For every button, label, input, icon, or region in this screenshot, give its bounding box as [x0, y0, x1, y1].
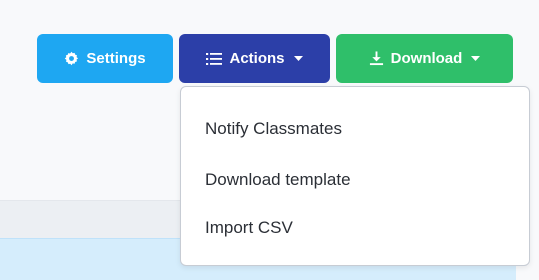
chevron-down-icon — [293, 55, 303, 62]
settings-button-label: Settings — [86, 50, 146, 67]
settings-button[interactable]: Settings — [37, 34, 173, 83]
actions-dropdown-menu: Notify Classmates Download template Impo… — [180, 86, 530, 266]
menu-item-import-csv[interactable]: Import CSV — [205, 218, 293, 238]
download-icon — [369, 51, 384, 66]
gear-icon — [64, 51, 79, 66]
page: Settings Actions Download Notify Classma… — [0, 0, 539, 280]
menu-item-notify-classmates[interactable]: Notify Classmates — [205, 119, 342, 139]
download-button[interactable]: Download — [336, 34, 513, 83]
actions-button-label: Actions — [229, 50, 285, 67]
list-icon — [206, 52, 223, 66]
actions-button[interactable]: Actions — [179, 34, 330, 83]
download-button-label: Download — [390, 50, 463, 67]
chevron-down-icon — [471, 55, 481, 62]
menu-item-download-template[interactable]: Download template — [205, 170, 351, 190]
